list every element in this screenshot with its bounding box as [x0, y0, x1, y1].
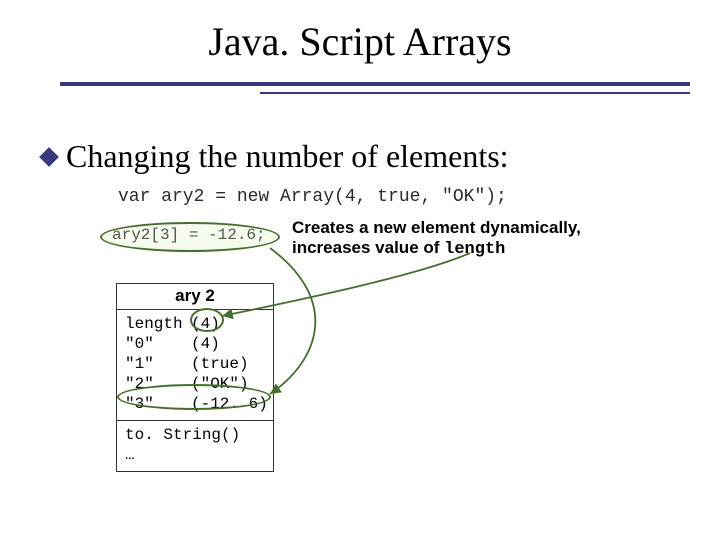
table-row: "1"(true)	[125, 354, 267, 374]
prop-key: "0"	[125, 334, 191, 354]
table-row: "0"(4)	[125, 334, 267, 354]
diamond-icon	[39, 147, 59, 167]
annotation-length-word: length	[444, 240, 505, 259]
title-rule	[60, 82, 690, 96]
bullet-text: Changing the number of elements:	[66, 138, 509, 175]
prop-val: (-12. 6)	[191, 394, 268, 414]
prop-key: "2"	[125, 374, 191, 394]
method-row: …	[125, 445, 267, 465]
annotation-line1: Creates a new element dynamically,	[292, 218, 581, 237]
object-properties: length(4) "0"(4) "1"(true) "2"("OK") "3"…	[117, 310, 273, 420]
rule-thin	[260, 92, 690, 94]
table-row: length(4)	[125, 314, 267, 334]
prop-val: ("OK")	[191, 374, 249, 394]
arrow-icon	[270, 248, 315, 394]
prop-val: (true)	[191, 354, 249, 374]
table-row: "2"("OK")	[125, 374, 267, 394]
prop-key: "1"	[125, 354, 191, 374]
object-methods: to. String() …	[117, 420, 273, 471]
prop-val: (4)	[191, 334, 220, 354]
method-row: to. String()	[125, 425, 267, 445]
object-title: ary 2	[117, 284, 273, 310]
table-row: "3"(-12. 6)	[125, 394, 267, 414]
arrows-overlay	[0, 0, 720, 540]
annotation: Creates a new element dynamically, incre…	[292, 218, 622, 261]
code-assignment: ary2[3] = -12.6;	[112, 226, 266, 244]
annotation-line2a: increases value of	[292, 238, 444, 257]
rule-thick	[60, 82, 690, 86]
prop-key: length	[125, 314, 191, 334]
code-assignment-group: ary2[3] = -12.6;	[100, 222, 280, 252]
code-declaration: var ary2 = new Array(4, true, "OK");	[118, 187, 507, 207]
prop-val: (4)	[191, 314, 220, 334]
slide: Java. Script Arrays Changing the number …	[0, 0, 720, 540]
page-title: Java. Script Arrays	[0, 18, 720, 65]
bullet-row: Changing the number of elements:	[42, 138, 509, 175]
prop-key: "3"	[125, 394, 191, 414]
object-box: ary 2 length(4) "0"(4) "1"(true) "2"("OK…	[116, 283, 274, 472]
